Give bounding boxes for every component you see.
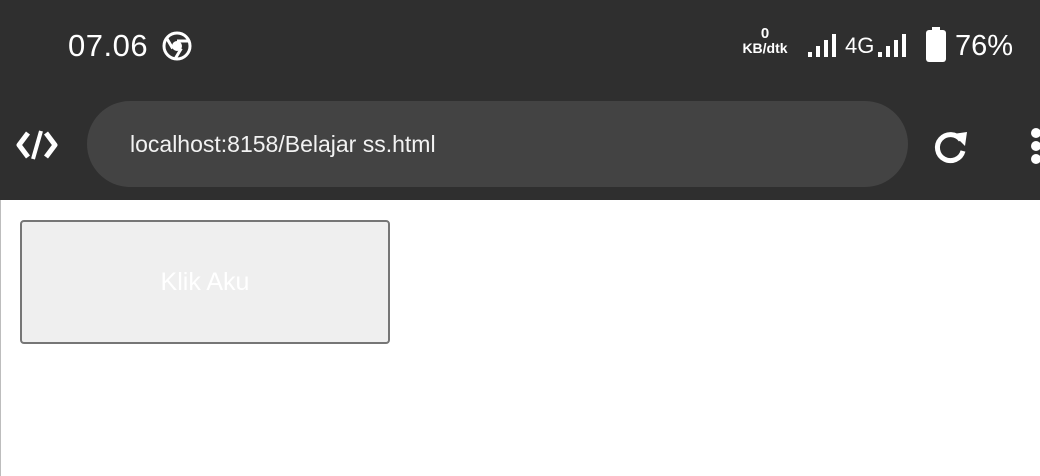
signal-strength-icon [808,34,836,57]
address-bar[interactable]: localhost:8158/Belajar ss.html [87,101,908,187]
page-edge-divider [0,200,1,476]
status-bar: 07.06 0 KB/dtk 4G 76% [0,0,1040,92]
more-vert-icon[interactable] [1024,126,1040,166]
web-page-content: Klik Aku [0,200,1040,476]
clock-time: 07.06 [68,28,149,63]
browser-toolbar: localhost:8158/Belajar ss.html [0,92,1040,200]
network-speed-unit: KB/dtk [742,40,788,56]
chrome-icon [162,31,192,61]
battery-percentage: 76% [955,30,1014,62]
klik-aku-button[interactable]: Klik Aku [20,220,390,344]
signal-strength-icon-2 [878,34,906,57]
dev-tools-icon[interactable] [16,127,58,163]
network-speed-value: 0 [760,25,770,42]
network-type-label: 4G [845,33,875,58]
reload-icon[interactable] [930,128,970,168]
network-speed: 0 KB/dtk [736,26,794,56]
battery-icon [926,27,946,62]
url-text[interactable]: localhost:8158/Belajar ss.html [130,130,436,158]
